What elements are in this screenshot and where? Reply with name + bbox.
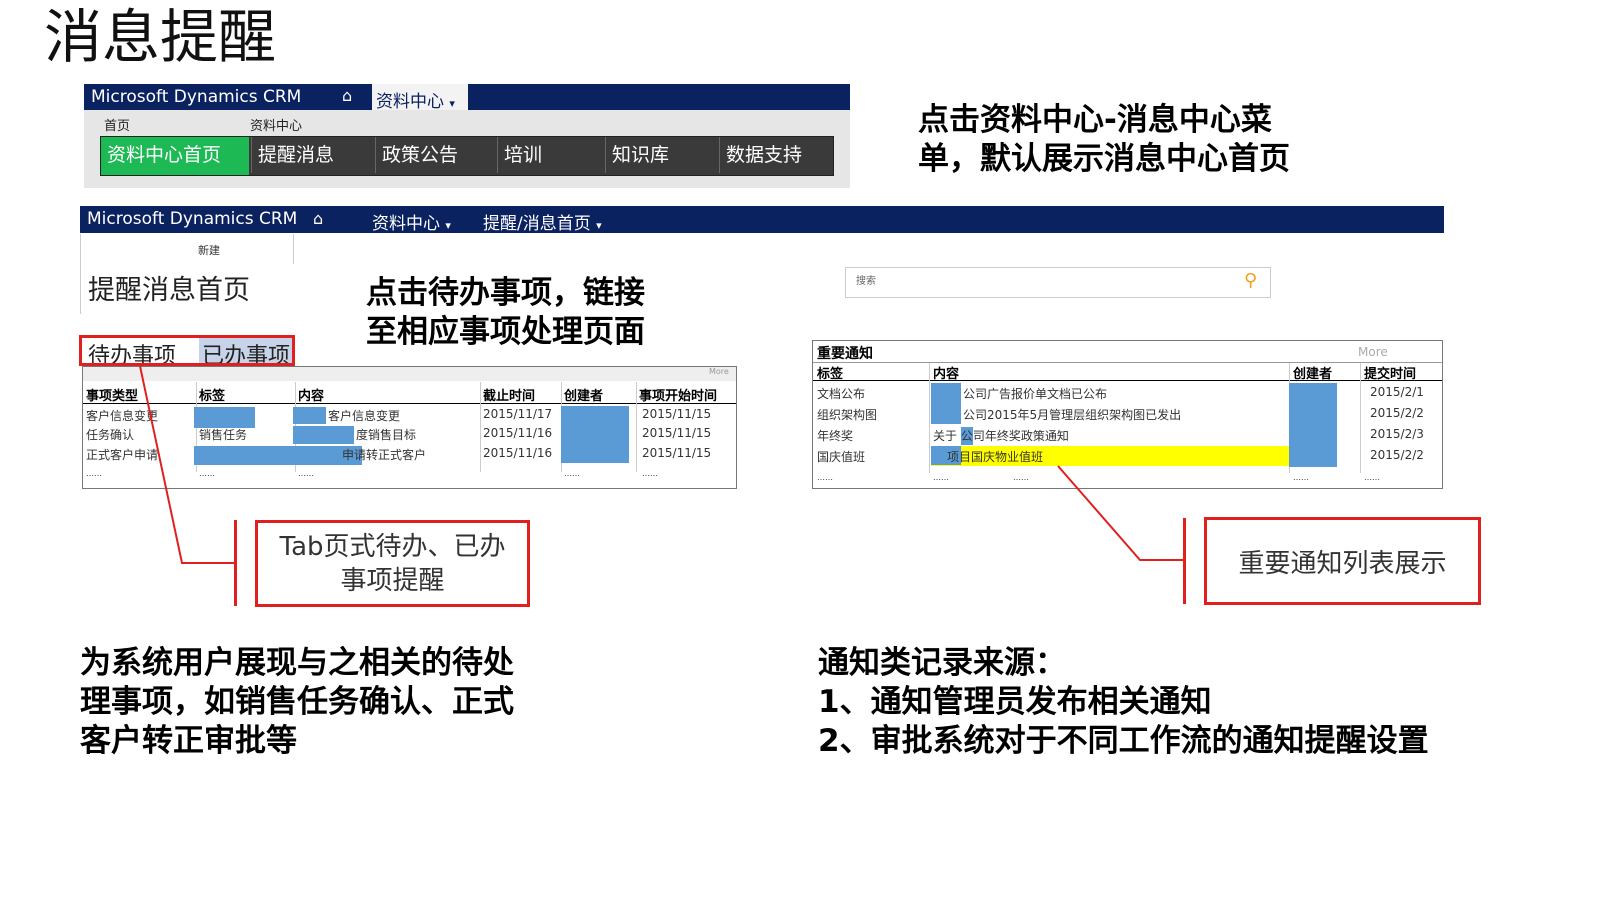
callout-tab-text: Tab页式待办、已办事项提醒	[279, 531, 506, 596]
desc-left-line1: 为系统用户展现与之相关的待处	[80, 645, 514, 681]
desc-left-line2: 理事项，如销售任务确认、正式	[80, 684, 514, 720]
callout-tab-box: Tab页式待办、已办事项提醒	[255, 520, 530, 607]
callout-lines	[139, 365, 1184, 564]
callout-bar-left	[234, 520, 237, 606]
desc-right-line1: 通知类记录来源：	[818, 645, 1066, 681]
desc-right-line3: 2、审批系统对于不同工作流的通知提醒设置	[818, 723, 1429, 759]
desc-right-line2: 1、通知管理员发布相关通知	[818, 684, 1212, 720]
callout-notice-box: 重要通知列表展示	[1204, 517, 1481, 605]
desc-left-line3: 客户转正审批等	[80, 723, 297, 759]
callout-bar-right	[1183, 518, 1186, 604]
callout-notice-text: 重要通知列表展示	[1238, 548, 1447, 579]
